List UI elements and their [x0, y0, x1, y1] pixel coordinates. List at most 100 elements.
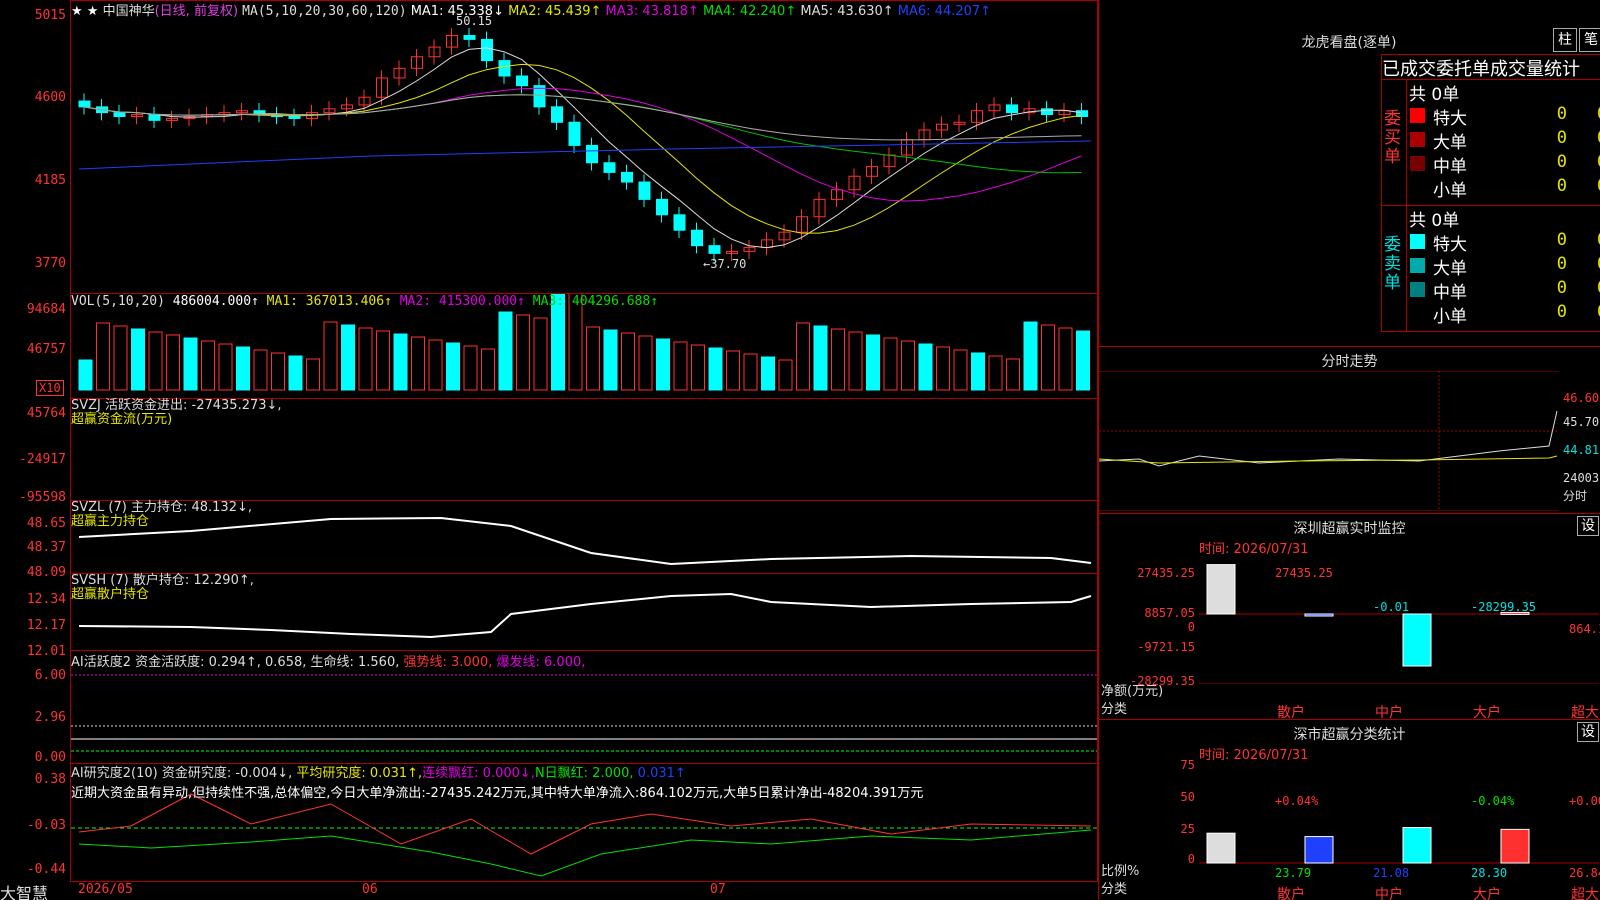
intraday-panel[interactable]: 分时走势 46.60 45.70 44.81 24003 分时	[1098, 346, 1600, 513]
tick-mode-button[interactable]: 笔	[1579, 28, 1600, 52]
candle	[638, 181, 651, 200]
volume-bar	[656, 338, 670, 391]
ai2-nday: N日飘红: 2.000,	[534, 766, 634, 781]
volume-bar	[113, 325, 128, 391]
ai2-y-label: -0.03	[26, 818, 66, 833]
monitor-bar	[1402, 613, 1432, 667]
bar-mode-button[interactable]: 柱	[1553, 28, 1577, 52]
volume-bar	[446, 342, 460, 391]
monitor-value: 27435.25	[1275, 566, 1333, 580]
stat-y-label: 50	[1180, 790, 1195, 804]
sz-stat-panel[interactable]: 深市超赢分类统计 设 时间: 2026/07/31 75 50 25 0 比例%…	[1098, 719, 1600, 900]
volume-bar	[866, 334, 880, 391]
svsh-y-label: 12.17	[26, 618, 66, 633]
ma1-value: MA1: 45.338↓	[410, 4, 504, 19]
kline-pane[interactable]: 50.15 ←37.70	[70, 0, 1098, 294]
volume-bar	[1058, 327, 1073, 391]
svzj-sub: 超赢资金流(万元)	[71, 412, 173, 427]
stat-change: +0.00%	[1569, 794, 1600, 808]
buy-row-qty: 0	[1556, 128, 1567, 148]
svzl-sub: 超赢主力持仓	[71, 514, 150, 529]
stat-value: 23.79	[1275, 866, 1312, 880]
ai2-cont: 连续飘红: 0.000↓,	[422, 766, 535, 781]
kline-y-label: 4600	[34, 90, 66, 105]
stat-bar	[1206, 832, 1236, 864]
sell-swatch	[1410, 306, 1425, 321]
volume-bar	[761, 356, 775, 391]
vol-unit-badge[interactable]: X10	[36, 380, 64, 396]
sell-row-name: 小单	[1433, 307, 1467, 327]
ai2-y-label: -0.44	[26, 862, 66, 877]
volume-bar	[253, 349, 268, 391]
monitor-title: 深圳超赢实时监控	[1293, 521, 1406, 537]
volume-bar	[306, 358, 320, 391]
volume-bar	[1006, 358, 1020, 391]
sz-monitor-panel[interactable]: 深圳超赢实时监控 设 时间: 2026/07/31 27435.25 8857.…	[1098, 513, 1600, 721]
sell-row-qty: 0	[1556, 278, 1567, 298]
volume-bar	[1023, 321, 1038, 391]
candle	[551, 106, 563, 123]
star-icon[interactable]: ★ ★	[71, 4, 98, 19]
svsh-y-label: 12.34	[26, 592, 66, 607]
sell-row: 特大00%	[1407, 230, 1600, 255]
volume-bar	[218, 343, 233, 391]
buy-total: 共 0单	[1409, 85, 1460, 105]
volume-bar	[621, 332, 635, 391]
stat-settings-button[interactable]: 设	[1577, 722, 1599, 742]
candle	[288, 115, 301, 119]
ai2-y-label: 0.38	[34, 772, 66, 787]
svzl-y-label: 48.09	[26, 565, 66, 580]
buy-row-name: 大单	[1433, 133, 1467, 153]
sell-label: 委卖单	[1384, 235, 1401, 293]
volume-bar	[166, 334, 180, 391]
candle	[498, 60, 511, 77]
ma5-value: MA5: 43.630↑	[800, 4, 894, 19]
ma2-value: MA2: 45.439↑	[508, 4, 602, 19]
volume-header: VOL(5,10,20) 486004.000↑ MA1: 367013.406…	[71, 294, 658, 309]
kline-y-label: 3770	[34, 256, 66, 271]
monitor-xaxis-label: 分类	[1101, 702, 1128, 717]
stat-change: +0.04%	[1275, 794, 1319, 808]
ai1-strong: 强势线: 3.000,	[403, 655, 493, 670]
candle	[1041, 108, 1053, 116]
buy-row: 特大00%	[1407, 104, 1600, 129]
candle	[603, 162, 616, 173]
svzj-y-label: 45764	[26, 406, 66, 421]
stat-category: 大户	[1473, 887, 1501, 900]
intraday-y-label: 45.70	[1563, 415, 1600, 429]
monitor-settings-button[interactable]: 设	[1577, 516, 1599, 536]
volume-bar	[428, 339, 443, 391]
volume-bar	[603, 329, 618, 391]
ai1-y-label: 0.00	[34, 750, 66, 765]
volume-bar	[831, 328, 845, 391]
svzj-title: SVZJ 活跃资金进出: -27435.273↓,	[71, 398, 282, 413]
stat-yaxis-label: 比例%	[1101, 864, 1140, 879]
sell-row-name: 中单	[1433, 283, 1467, 303]
buy-row-qty: 0	[1556, 104, 1567, 124]
ma4-value: MA4: 42.240↑	[702, 4, 797, 19]
buy-row-qty: 0	[1556, 176, 1567, 196]
ai2-v2: 0.031↑	[637, 766, 686, 781]
candle	[481, 38, 493, 62]
volume-bar	[376, 330, 390, 391]
stat-title: 深市超赢分类统计	[1293, 727, 1406, 743]
volume-bar	[638, 335, 653, 391]
sell-swatch	[1410, 258, 1425, 273]
buy-label: 委买单	[1384, 109, 1401, 167]
volume-bar	[288, 355, 303, 391]
volume-chart	[78, 294, 1090, 391]
volume-bar	[533, 317, 548, 391]
volume-bar	[901, 340, 915, 391]
buy-row: 小单00%	[1407, 176, 1600, 201]
volume-bar	[341, 324, 355, 391]
candle	[568, 121, 581, 146]
volume-bar	[183, 337, 198, 391]
svzl-header: SVZL (7) 主力持仓: 48.132↓, 超赢主力持仓	[71, 501, 252, 529]
buy-row-name: 特大	[1433, 109, 1467, 129]
kline-chart[interactable]	[71, 1, 1098, 294]
ai2-title: AI研究度2(10) 资金研究度: -0.004↓,	[71, 766, 297, 781]
svzl-title: SVZL (7) 主力持仓: 48.132↓,	[71, 500, 252, 515]
app-window: 50.15 ←37.70 ★ ★ 中国神华(日线, 前复权) MA(5,10,2…	[0, 0, 1600, 900]
intraday-y-label: 46.60	[1563, 391, 1600, 405]
candle	[691, 229, 703, 247]
